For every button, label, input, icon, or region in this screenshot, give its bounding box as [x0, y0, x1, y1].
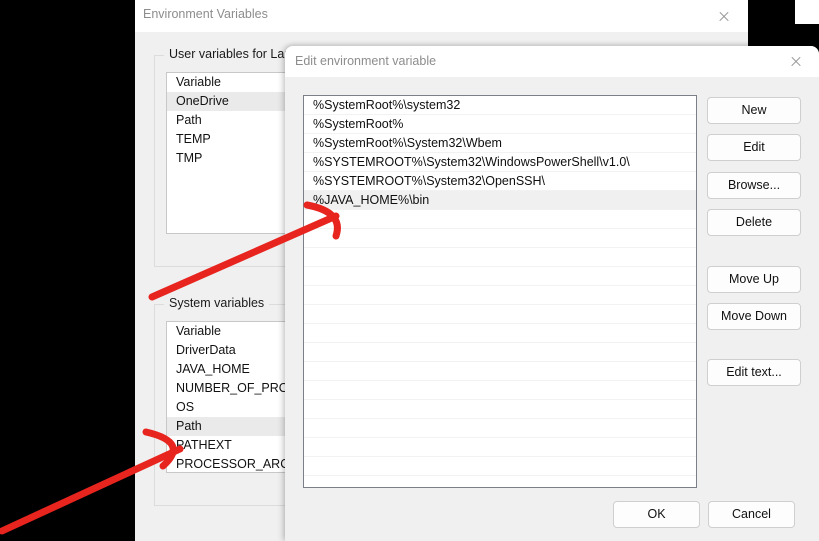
- path-entry-empty-row[interactable]: [304, 400, 696, 419]
- delete-button[interactable]: Delete: [707, 209, 801, 236]
- path-entry-empty-row[interactable]: [304, 457, 696, 476]
- close-icon[interactable]: [702, 0, 746, 32]
- path-entry-empty-row[interactable]: [304, 438, 696, 457]
- close-icon[interactable]: [773, 46, 819, 77]
- path-entry-row[interactable]: %SYSTEMROOT%\System32\WindowsPowerShell\…: [304, 153, 696, 172]
- path-entry-row[interactable]: %SystemRoot%\system32: [304, 96, 696, 115]
- path-entry-empty-row[interactable]: [304, 419, 696, 438]
- path-entry-empty-row[interactable]: [304, 305, 696, 324]
- path-entry-empty-row[interactable]: [304, 229, 696, 248]
- path-entry-empty-row[interactable]: [304, 286, 696, 305]
- path-entry-empty-row[interactable]: [304, 210, 696, 229]
- edit-dialog-titlebar: Edit environment variable: [285, 46, 819, 77]
- path-entry-row[interactable]: %SYSTEMROOT%\System32\OpenSSH\: [304, 172, 696, 191]
- ok-button[interactable]: OK: [613, 501, 700, 528]
- move-up-button[interactable]: Move Up: [707, 266, 801, 293]
- move-down-button[interactable]: Move Down: [707, 303, 801, 330]
- close-glyph: [790, 56, 802, 68]
- environment-variables-title: Environment Variables: [143, 7, 268, 21]
- path-entry-row[interactable]: %SystemRoot%\System32\Wbem: [304, 134, 696, 153]
- screenshot-root: Environment Variables User variables for…: [0, 0, 819, 541]
- browse-button[interactable]: Browse...: [707, 172, 801, 199]
- path-entry-empty-row[interactable]: [304, 324, 696, 343]
- path-entry-empty-row[interactable]: [304, 381, 696, 400]
- edit-dialog-title: Edit environment variable: [295, 54, 437, 68]
- path-entries-list[interactable]: %SystemRoot%\system32 %SystemRoot% %Syst…: [303, 95, 697, 488]
- system-variables-label: System variables: [164, 296, 270, 310]
- cancel-button[interactable]: Cancel: [708, 501, 795, 528]
- path-entry-empty-row[interactable]: [304, 267, 696, 286]
- edit-environment-variable-dialog: Edit environment variable %SystemRoot%\s…: [285, 46, 819, 541]
- edit-text-button[interactable]: Edit text...: [707, 359, 801, 386]
- path-entry-empty-row[interactable]: [304, 362, 696, 381]
- path-entry-row[interactable]: %JAVA_HOME%\bin: [304, 191, 696, 210]
- new-button[interactable]: New: [707, 97, 801, 124]
- edit-button[interactable]: Edit: [707, 134, 801, 161]
- environment-variables-titlebar: Environment Variables: [135, 0, 748, 32]
- path-entry-row[interactable]: %SystemRoot%: [304, 115, 696, 134]
- path-entry-empty-row[interactable]: [304, 343, 696, 362]
- close-glyph: [718, 10, 730, 22]
- edge-panel-top: [795, 0, 819, 24]
- path-entry-empty-row[interactable]: [304, 248, 696, 267]
